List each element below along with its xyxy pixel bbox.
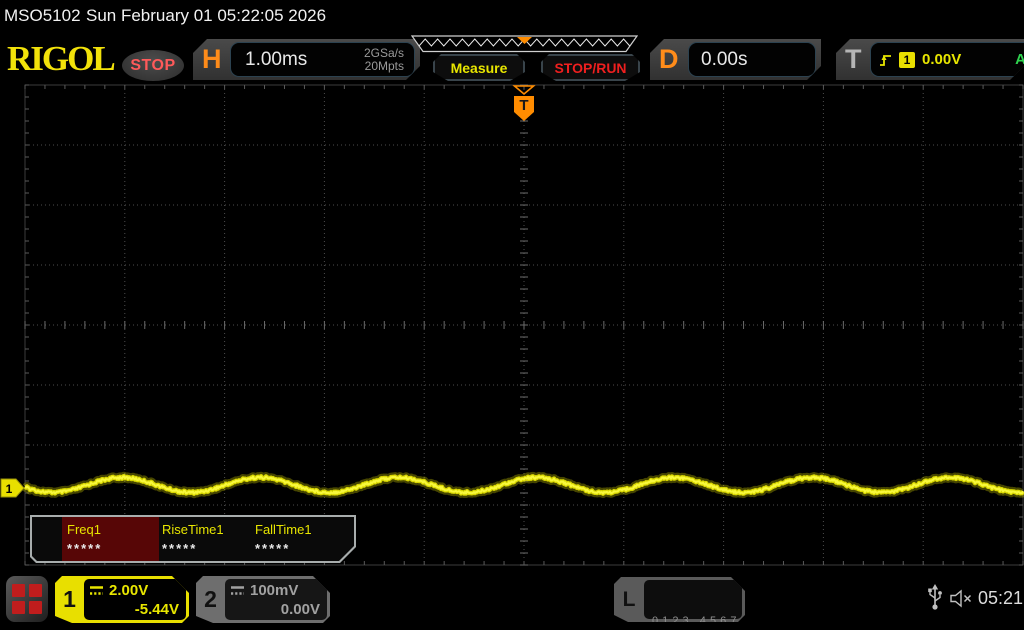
trigger-label: T — [845, 44, 862, 75]
trigger-box[interactable]: 1 0.00V A — [870, 42, 1024, 77]
channel1-number: 1 — [55, 576, 84, 623]
sample-rate: 2GSa/s — [364, 46, 404, 60]
measurement-value: ***** — [67, 541, 102, 556]
oscilloscope-screen: MSO5102 Sun February 01 05:22:05 2026 RI… — [0, 0, 1024, 630]
channel1-badge[interactable]: 1 2.00V -5.44V — [55, 576, 189, 623]
trigger-marker-letter: T — [519, 97, 528, 114]
measurement-label[interactable]: Freq1 — [67, 522, 101, 537]
timebase-box[interactable]: 1.00ms 2GSa/s20Mpts — [230, 42, 415, 77]
model-name: MSO5102 — [4, 6, 81, 26]
channel1-scale: 2.00V — [109, 581, 148, 600]
channel1-trace — [25, 476, 1023, 494]
channel1-offset: -5.44V — [89, 600, 179, 619]
measurement-value: ***** — [162, 541, 197, 556]
channel2-scale: 100mV — [250, 581, 298, 600]
measure-button[interactable]: Measure — [433, 54, 525, 81]
stop-run-button[interactable]: STOP/RUN — [541, 54, 640, 81]
channel1-values: 2.00V -5.44V — [84, 579, 186, 620]
measurement-label[interactable]: RiseTime1 — [162, 522, 224, 537]
waveform-display: T 1 — [0, 84, 1024, 570]
channel2-number: 2 — [196, 576, 225, 623]
logic-row-1: 0 1 2 3 4 5 6 7 — [652, 614, 742, 629]
trigger-sweep-mode: A — [1015, 51, 1024, 68]
status-clock: 05:21 — [978, 588, 1023, 609]
channel2-values: 100mV 0.00V — [225, 579, 327, 620]
measurement-value: ***** — [255, 541, 290, 556]
channel2-badge[interactable]: 2 100mV 0.00V — [196, 576, 330, 623]
acquisition-info: 2GSa/s20Mpts — [364, 47, 414, 73]
logic-label: L — [614, 577, 644, 622]
delay-label: D — [659, 44, 679, 75]
horizontal-panel[interactable]: H 1.00ms 2GSa/s20Mpts — [193, 39, 420, 80]
dc-coupling-icon — [89, 585, 105, 596]
waveform-preview-strip[interactable] — [411, 35, 638, 53]
channel1-offset-marker[interactable]: 1 — [1, 479, 24, 497]
memory-depth: 20Mpts — [365, 59, 404, 73]
delay-box[interactable]: 0.00s — [688, 42, 816, 77]
rigol-logo: RIGOL — [7, 40, 114, 78]
channel2-offset: 0.00V — [230, 600, 320, 619]
trigger-panel[interactable]: T 1 0.00V A — [836, 39, 1024, 80]
dc-coupling-icon — [230, 585, 246, 596]
channel1-marker-number: 1 — [6, 482, 13, 496]
delay-panel[interactable]: D 0.00s — [650, 39, 821, 80]
timebase-value: 1.00ms — [231, 49, 364, 71]
datetime-bar: MSO5102 Sun February 01 05:22:05 2026 — [0, 0, 1024, 32]
horizontal-label: H — [202, 44, 222, 75]
logic-analyzer-badge[interactable]: L 0 1 2 3 4 5 6 7 8 9 1011 12131415 — [614, 577, 745, 622]
sound-muted-icon[interactable] — [949, 589, 974, 608]
measurement-panel: Freq1 ***** RiseTime1 ***** FallTime1 **… — [30, 515, 356, 563]
datetime-text: Sun February 01 05:22:05 2026 — [86, 6, 326, 26]
logic-channel-list: 0 1 2 3 4 5 6 7 8 9 1011 12131415 — [644, 580, 742, 619]
trigger-level-value: 0.00V — [922, 51, 961, 68]
delay-value: 0.00s — [689, 49, 747, 71]
quick-menu-icon[interactable] — [6, 576, 48, 622]
usb-icon — [927, 584, 943, 611]
trigger-source-badge: 1 — [899, 52, 915, 68]
measurement-label[interactable]: FallTime1 — [255, 522, 312, 537]
trigger-position-marker[interactable]: T — [514, 86, 534, 121]
run-state-badge: STOP — [122, 50, 184, 81]
rising-edge-icon — [879, 51, 892, 68]
